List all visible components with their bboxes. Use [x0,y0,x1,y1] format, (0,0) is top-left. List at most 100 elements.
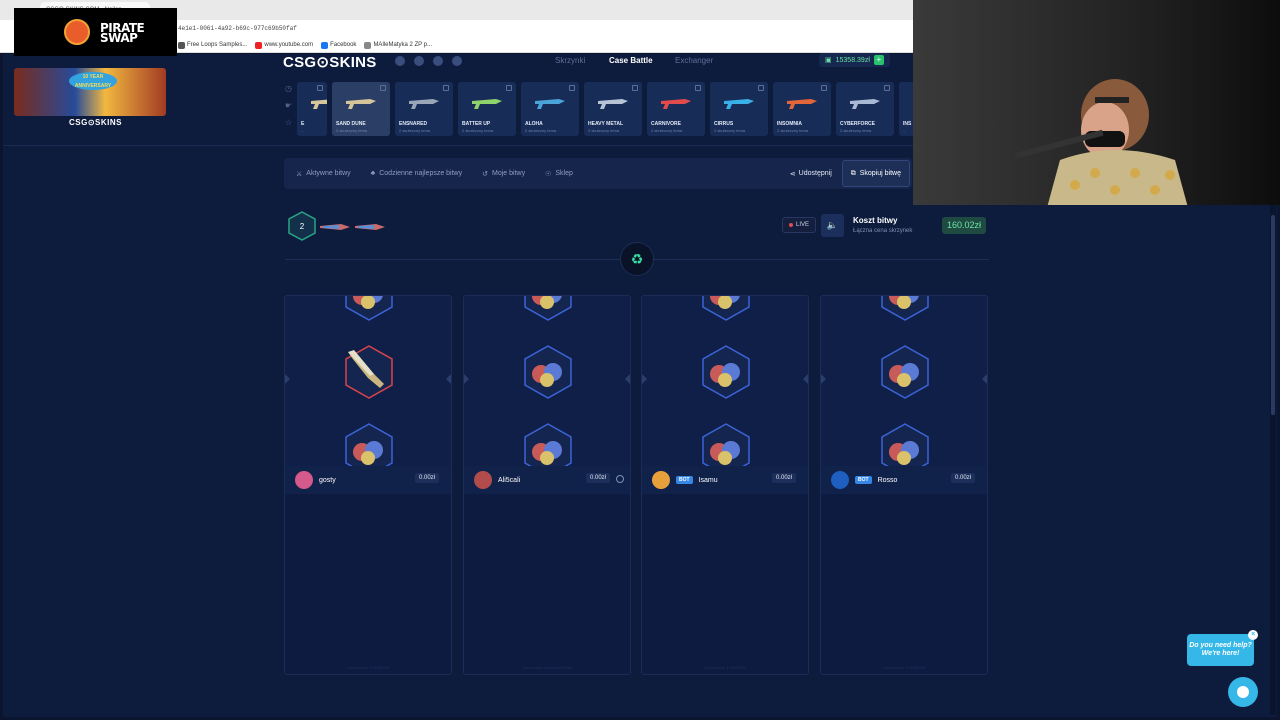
case-name: CARNIVORE [651,121,682,127]
case-name: ENSNARED [399,121,428,127]
help-bubble[interactable]: Do you need help? We're here! × [1187,630,1258,666]
nav-case-battle[interactable]: Case Battle [609,56,653,65]
player-value: 0.00zł [414,473,439,483]
case-subtitle: 2 skuteczny tema [777,128,809,133]
case-card[interactable]: ALOHA 2 skuteczny tema [521,82,579,136]
nav-exchanger[interactable]: Exchanger [675,56,713,65]
bookmark-item[interactable]: MAlleMatyka 2 ZP p... [364,41,432,49]
copy-battle-button[interactable]: ⧉ Skopiuj bitwę [841,160,910,187]
case-card[interactable]: E... [297,82,327,136]
share-button[interactable]: ⋖ Udostępnij [790,170,832,178]
tag-icon [884,85,890,91]
case-name: ALOHA [525,121,543,127]
player-row[interactable]: Ali5cali 0.00zł [464,466,630,494]
client-seed: Client seed: 174c08005 [882,665,926,670]
round-number: 2 [300,222,305,231]
case-card[interactable]: ENSNARED 2 skuteczny tema [395,82,453,136]
bookmark-item[interactable]: Facebook [321,41,356,49]
case-strip: E... SAND DUNE 3 skuteczny tema ENSNARED 2 s… [297,82,913,136]
reel-marker-left [821,374,826,384]
avatar [295,471,313,489]
case-reel [285,296,451,477]
speaker-icon: 🔈 [826,220,839,230]
case-item-icon [881,296,929,321]
sound-toggle[interactable]: 🔈 [821,214,844,237]
tag-icon [317,85,323,91]
wallet-icon: ▣ [825,57,832,64]
weapon-icon [724,99,754,109]
case-card[interactable]: CIRRUS 2 skuteczny tema [710,82,768,136]
player-name: Isamu [698,476,718,484]
instagram-icon[interactable] [433,56,443,66]
help-line: Do you need help? [1189,642,1252,649]
daily-best-link[interactable]: ♣ Codzienne najlepsze bitwy [371,170,462,177]
weapon-icon [787,99,817,109]
emoji-icon[interactable] [616,475,624,483]
case-name: INSOMNIA [777,121,802,127]
case-item-icon [345,296,393,321]
page-icon [364,41,372,49]
piratesswap-logo: PIRATE SWAP [14,8,177,56]
player-name: gosty [319,476,336,484]
case-name: E [301,121,305,127]
case-card[interactable]: CYBERFORCE 2 skuteczny tema [836,82,894,136]
pirate-emblem-icon [64,19,90,45]
balance-display[interactable]: ▣ 15358.39zł + [819,53,890,67]
scroll-thumb[interactable] [1271,215,1275,415]
case-card[interactable]: CARNIVORE 2 skuteczny tema [647,82,705,136]
case-card[interactable]: SAND DUNE 3 skuteczny tema [332,82,390,136]
handshake-icon: ♻ [620,242,654,276]
bn-label: Codzienne najlepsze bitwy [379,170,463,177]
left-brand-logo[interactable]: CSG⊙SKINS [69,118,122,127]
case-name: CYBERFORCE [840,121,876,127]
reel-marker-right [982,374,987,384]
case-card[interactable]: INS... [899,82,913,136]
weapon-icon [598,99,628,109]
share-label: Udostępnij [798,170,832,177]
case-item-icon [524,296,572,321]
case-subtitle: ... [903,128,907,133]
facebook-icon[interactable] [414,56,424,66]
x-icon[interactable] [452,56,462,66]
facebook-icon [321,41,329,49]
case-name: HEAVY METAL [588,121,624,127]
case-mini-icon [320,224,350,230]
bookmark-item[interactable]: www.youtube.com [255,41,313,49]
banner-badge: 10 YEAR ANNIVERSARY [69,72,117,90]
case-subtitle: 2 skuteczny tema [462,128,494,133]
battle-nav: ⚔ Aktywne bitwy ♣ Codzienne najlepsze bitw… [284,158,912,189]
close-icon[interactable]: × [1248,630,1258,640]
history-icon[interactable]: ◷ [285,84,295,93]
my-battles-link[interactable]: ↺ Moje bitwy [482,170,525,178]
star-icon[interactable]: ☆ [285,118,295,127]
anniversary-banner[interactable]: 10 YEAR ANNIVERSARY [14,68,166,116]
copy-icon: ⧉ [850,169,856,177]
site-logo[interactable]: CSG⊙SKINS [283,53,377,71]
chat-button[interactable] [1228,677,1258,707]
case-card[interactable]: INSOMNIA 2 skuteczny tema [773,82,831,136]
swords-icon: ⚔ [296,170,303,178]
thumb-icon[interactable]: ☛ [285,101,295,110]
case-subtitle: 2 skuteczny tema [399,128,431,133]
case-subtitle: 2 skuteczny tema [840,128,872,133]
case-card[interactable]: HEAVY METAL 2 skuteczny tema [584,82,642,136]
player-row[interactable]: BOT Isamu 0.00zł [642,466,808,494]
player-row[interactable]: gosty 0.00zł [285,466,451,494]
active-battles-link[interactable]: ⚔ Aktywne bitwy [296,170,351,178]
page-scrollbar[interactable] [1270,205,1276,715]
player-column: gosty 0.00zł Client seed: 174c08005 [284,295,452,675]
deposit-button[interactable]: + [873,55,884,65]
shop-link[interactable]: ☉ Sklep [545,170,573,178]
nav-cases[interactable]: Skrzynki [555,56,585,65]
discord-icon[interactable] [395,56,405,66]
reel-marker-right [625,374,630,384]
player-name: Ali5cali [498,476,521,484]
bookmark-item[interactable]: Free Loops Samples... [178,41,247,49]
avatar [474,471,492,489]
player-row[interactable]: BOT Rosso 0.00zł [821,466,987,494]
battle-cost-value: 160.02zł [942,217,987,234]
case-card[interactable]: BATTER UP 2 skuteczny tema [458,82,516,136]
youtube-icon [255,41,263,49]
live-dot [789,223,793,227]
tag-icon [758,85,764,91]
